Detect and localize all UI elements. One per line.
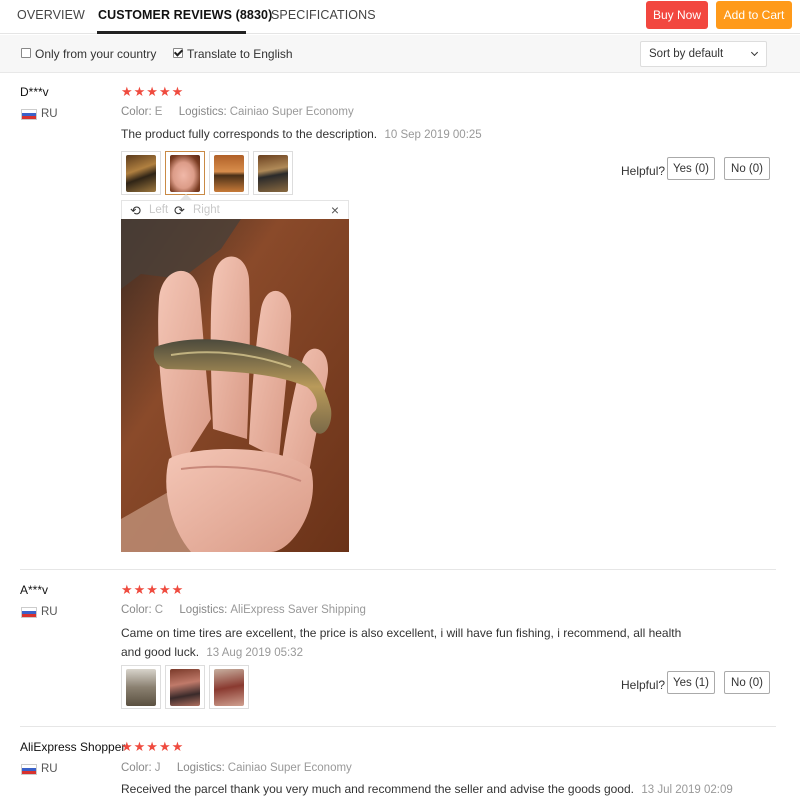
review-date: 13 Aug 2019 05:32 — [206, 647, 303, 659]
hand-with-lure-photo — [121, 219, 349, 552]
review-photo-enlarged — [121, 219, 349, 552]
translate-checkbox[interactable] — [173, 48, 183, 58]
review-text: Received the parcel thank you very much … — [121, 780, 733, 800]
helpful-label: Helpful? — [621, 164, 666, 178]
color-label: Color: — [121, 762, 152, 774]
reviewer-country: RU — [41, 108, 58, 120]
buy-now-button[interactable]: Buy Now — [646, 1, 708, 29]
helpful-yes-button[interactable]: Yes (1) — [667, 671, 715, 694]
chevron-down-icon — [750, 48, 759, 57]
logistics-value: Cainiao Super Economy — [227, 762, 352, 774]
only-country-label[interactable]: Only from your country — [35, 47, 156, 61]
reviewer-country: RU — [41, 763, 58, 775]
review-photo-thumbnail[interactable] — [121, 151, 161, 195]
helpful-label: Helpful? — [621, 678, 666, 692]
logistics-label: Logistics: — [176, 762, 225, 774]
star-rating: ★★★★★ — [121, 84, 185, 99]
review-meta: Color: J Logistics: Cainiao Super Economy — [121, 762, 352, 774]
logistics-label: Logistics: — [178, 106, 227, 118]
review-body: Received the parcel thank you very much … — [121, 782, 634, 796]
logistics-value: AliExpress Saver Shipping — [230, 604, 366, 616]
review-photo-thumbnail[interactable] — [253, 151, 293, 195]
color-label: Color: — [121, 106, 152, 118]
tab-overview[interactable]: OVERVIEW — [17, 8, 85, 22]
review-date: 13 Jul 2019 02:09 — [641, 784, 733, 796]
review-meta: Color: C Logistics: AliExpress Saver Shipp… — [121, 604, 366, 616]
reviewer-name: AliExpress Shopper — [20, 740, 126, 754]
rotate-left-icon[interactable]: ⟲ — [130, 203, 141, 219]
color-value: E — [154, 106, 163, 118]
logistics-value: Cainiao Super Economy — [229, 106, 354, 118]
rotate-right-label[interactable]: Right — [193, 204, 220, 216]
review-photo-thumbnail[interactable] — [209, 151, 249, 195]
review-date: 10 Sep 2019 00:25 — [384, 129, 482, 141]
color-value: J — [154, 762, 161, 774]
review-divider — [20, 569, 776, 570]
reviewer-name: D***v — [20, 85, 49, 99]
russia-flag-icon — [21, 764, 37, 775]
logistics-label: Logistics: — [179, 604, 228, 616]
star-rating: ★★★★★ — [121, 582, 185, 597]
add-to-cart-button[interactable]: Add to Cart — [716, 1, 792, 29]
tab-bar: OVERVIEW CUSTOMER REVIEWS (8830) SPECIFI… — [0, 0, 800, 34]
review-filter-bar: Only from your country Translate to Engl… — [0, 35, 800, 73]
russia-flag-icon — [21, 607, 37, 618]
review-photo-thumbnail[interactable] — [209, 665, 249, 709]
photo-viewer-toolbar: ⟲ Left ⟳ Right × — [121, 200, 349, 220]
sort-value: Sort by default — [649, 48, 724, 60]
review-divider — [20, 726, 776, 727]
translate-label[interactable]: Translate to English — [187, 47, 293, 61]
rotate-left-label[interactable]: Left — [149, 204, 168, 216]
review-body: The product fully corresponds to the des… — [121, 127, 378, 141]
reviewer-name: A***v — [20, 583, 49, 597]
review-text: The product fully corresponds to the des… — [121, 125, 482, 145]
helpful-no-button[interactable]: No (0) — [724, 671, 770, 694]
review-photo-thumbnail[interactable] — [165, 665, 205, 709]
tab-customer-reviews[interactable]: CUSTOMER REVIEWS (8830) — [98, 8, 272, 22]
color-label: Color: — [121, 604, 152, 616]
active-tab-indicator — [97, 31, 246, 34]
sort-select[interactable]: Sort by default — [640, 41, 767, 67]
star-rating: ★★★★★ — [121, 739, 185, 754]
review-text: Came on time tires are excellent, the pr… — [121, 624, 691, 663]
helpful-yes-button[interactable]: Yes (0) — [667, 157, 715, 180]
color-value: C — [154, 604, 163, 616]
rotate-right-icon[interactable]: ⟳ — [174, 203, 185, 219]
only-country-checkbox[interactable] — [21, 48, 31, 58]
review-meta: Color: E Logistics: Cainiao Super Economy — [121, 106, 354, 118]
review-photo-thumbnail[interactable] — [121, 665, 161, 709]
helpful-no-button[interactable]: No (0) — [724, 157, 770, 180]
tab-specifications[interactable]: SPECIFICATIONS — [271, 8, 376, 22]
review-photo-thumbnail[interactable] — [165, 151, 205, 195]
reviewer-country: RU — [41, 606, 58, 618]
close-icon[interactable]: × — [331, 202, 339, 218]
russia-flag-icon — [21, 109, 37, 120]
